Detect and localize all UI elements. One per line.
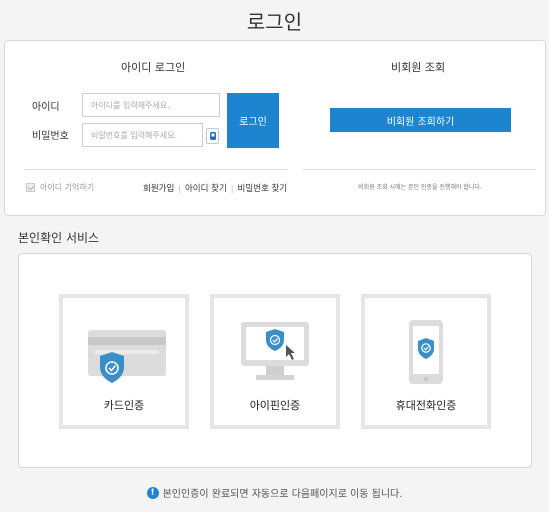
secure-keypad-button[interactable] [206, 128, 219, 144]
mobile-verification-option[interactable]: 휴대전화인증 [361, 294, 491, 429]
password-input[interactable] [82, 123, 203, 147]
verification-notice-text: 본인인증이 완료되면 자동으로 다음페이지로 이동 됩니다. [162, 489, 403, 500]
member-login-title: 아이디 로그인 [121, 61, 186, 74]
ipin-verification-option[interactable]: 아이핀인증 [210, 294, 340, 429]
guest-lookup-note: 비회원 조회 시에는 본인 인증을 진행해야 합니다. [358, 184, 482, 191]
card-verification-label: 카드인증 [103, 399, 145, 412]
password-label: 비밀번호 [32, 131, 69, 142]
verification-box: 카드인증 아이핀인증 휴대전화인증 [18, 253, 532, 468]
mobile-verification-label: 휴대전화인증 [395, 399, 457, 412]
credit-card-shield-icon [88, 330, 166, 383]
guest-lookup-button[interactable]: 비회원 조회하기 [330, 108, 511, 132]
mobile-shield-icon [409, 320, 443, 384]
id-input[interactable] [82, 93, 220, 117]
checkbox-icon [26, 183, 35, 192]
page-title: 로그인 [246, 10, 303, 34]
find-password-link[interactable]: 비밀번호 찾기 [238, 182, 288, 194]
info-icon: ! [146, 486, 159, 499]
remember-id-checkbox[interactable]: 아이디 기억하기 [26, 182, 94, 193]
remember-id-label: 아이디 기억하기 [40, 183, 95, 192]
card-verification-option[interactable]: 카드인증 [59, 294, 189, 429]
link-separator: | [230, 183, 234, 193]
verification-section-title: 본인확인 서비스 [18, 231, 100, 245]
verification-notice: ! 본인인증이 완료되면 자동으로 다음페이지로 이동 됩니다. [0, 485, 549, 500]
link-separator: | [178, 183, 181, 193]
left-divider [25, 169, 288, 170]
monitor-shield-icon [241, 322, 309, 380]
login-panel: 아이디 로그인 비회원 조회 아이디 비밀번호 로그인 아이디 기억하기 회원가… [4, 40, 546, 216]
secure-keypad-icon [209, 132, 216, 140]
account-links: 회원가입 | 아이디 찾기 | 비밀번호 찾기 [143, 182, 288, 195]
guest-lookup-title: 비회원 조회 [391, 61, 446, 74]
signup-link[interactable]: 회원가입 [143, 182, 174, 194]
right-divider [303, 169, 536, 170]
ipin-verification-label: 아이핀인증 [249, 399, 301, 412]
login-button[interactable]: 로그인 [227, 93, 279, 148]
find-id-link[interactable]: 아이디 찾기 [185, 182, 227, 194]
id-label: 아이디 [32, 102, 60, 113]
